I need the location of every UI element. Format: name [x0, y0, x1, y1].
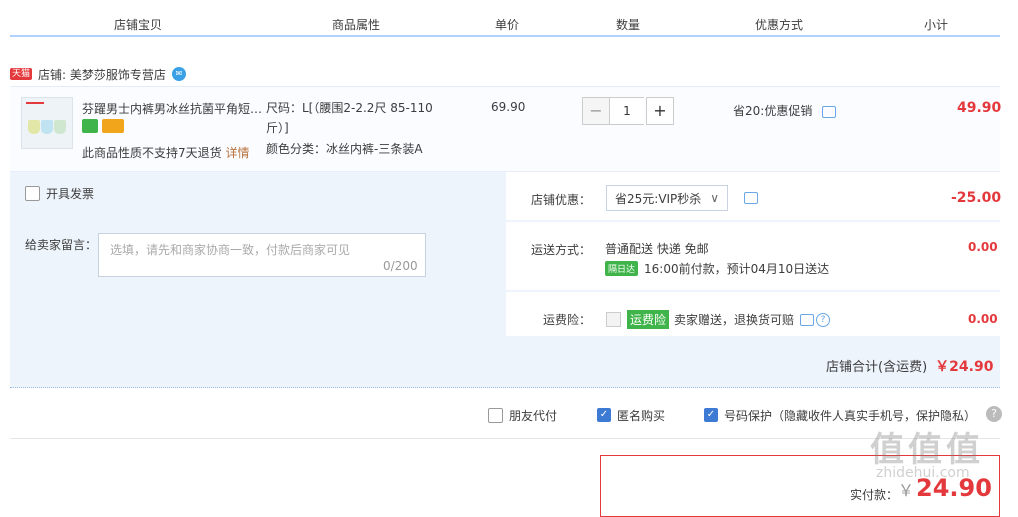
- friend-pay-checkbox[interactable]: [488, 407, 503, 423]
- insurance-label: 运费险：: [543, 313, 592, 327]
- return-note: 此商品性质不支持7天退货: [82, 146, 222, 160]
- number-protect-label: 号码保护（隐藏收件人真实手机号，保护隐私）: [724, 408, 977, 423]
- shipping-time: 16:00前付款，预计04月10日送达: [644, 262, 830, 276]
- invoice-label: 开具发票: [46, 187, 95, 201]
- col-header-item: 店铺宝贝: [114, 18, 163, 32]
- product-title[interactable]: 芬躍男士内裤男冰丝抗菌平角短…: [82, 100, 262, 117]
- insurance-checkbox: [606, 312, 621, 327]
- attr-color: 颜色分类：冰丝内裤-三条装A: [266, 142, 423, 156]
- insurance-amount: 0.00: [968, 312, 998, 326]
- shop-total-value: ￥24.90: [935, 359, 994, 375]
- shop-total-label: 店铺合计(含运费): [826, 360, 928, 375]
- item-subtotal: 49.90: [957, 100, 1002, 116]
- watermark-logo: 值值值: [870, 430, 984, 470]
- col-header-promo: 优惠方式: [755, 18, 804, 32]
- promo-info: 省20:优惠促销: [733, 102, 837, 119]
- insurance-text: 卖家赠送，退换货可赔: [674, 313, 795, 327]
- shipping-method: 普通配送 快递 免邮: [605, 242, 709, 256]
- col-header-subtotal: 小计: [924, 18, 949, 32]
- col-header-qty: 数量: [616, 18, 641, 32]
- anonymous-option[interactable]: ✓ 匿名购买: [597, 405, 665, 425]
- wangwang-chat-icon[interactable]: ✉: [171, 67, 186, 81]
- return-policy: 此商品性质不支持7天退货 详情: [82, 144, 249, 161]
- quantity-stepper: − 1 +: [582, 97, 678, 125]
- shop-total: 店铺合计(含运费) ￥24.90: [826, 356, 993, 376]
- shipping-amount: 0.00: [968, 240, 998, 254]
- service-badge-icon: [82, 119, 98, 133]
- friend-pay-option[interactable]: 朋友代付: [488, 405, 557, 425]
- help-icon[interactable]: ?: [816, 312, 831, 327]
- shipping-eta: 隔日达 16:00前付款，预计04月10日送达: [605, 260, 829, 277]
- unit-price: 69.90: [491, 100, 526, 114]
- promo-text: 省20:优惠促销: [733, 104, 813, 118]
- anonymous-label: 匿名购买: [617, 408, 666, 423]
- comment-icon[interactable]: [822, 105, 837, 118]
- col-header-attr: 商品属性: [332, 18, 381, 32]
- detail-link[interactable]: 详情: [225, 146, 249, 160]
- pay-label: 实付款：: [850, 488, 899, 502]
- shop-name[interactable]: 店铺: 美梦莎服饰专营店: [38, 66, 166, 83]
- attr-size-line2: 斤）]: [266, 121, 289, 135]
- number-protect-checkbox[interactable]: ✓: [704, 408, 718, 422]
- card-badge-icon: [102, 119, 124, 133]
- shop-discount-amount: -25.00: [951, 190, 1002, 206]
- message-placeholder: 选填，请先和商家协商一致，付款后商家可见: [110, 243, 351, 257]
- comment-icon[interactable]: [800, 313, 815, 326]
- shipping-label: 运送方式：: [531, 243, 592, 257]
- chevron-down-icon: ∨: [710, 191, 719, 205]
- column-header-bar: 店铺宝贝 商品属性 单价 数量 优惠方式 小计: [10, 0, 1000, 37]
- insurance-info: 运费险 卖家赠送，退换货可赔 ?: [606, 310, 831, 329]
- watermark-site: zhidehui.com: [876, 465, 970, 481]
- message-counter: 0/200: [383, 259, 418, 273]
- shop-discount-value: 省25元:VIP秒杀: [615, 191, 702, 206]
- quantity-input[interactable]: 1: [610, 97, 644, 125]
- insurance-badge: 运费险: [627, 310, 670, 329]
- tmall-icon: 天猫: [10, 68, 33, 80]
- friend-pay-label: 朋友代付: [509, 408, 558, 423]
- message-label: 给卖家留言：: [25, 238, 98, 252]
- next-day-badge: 隔日达: [605, 261, 639, 276]
- plus-button[interactable]: +: [646, 97, 674, 125]
- attr-size-line1: 尺码：L[（腰围2-2.2尺 85-110: [266, 101, 433, 115]
- invoice-checkbox[interactable]: [25, 186, 40, 201]
- product-thumbnail[interactable]: [21, 97, 73, 149]
- shop-discount-label: 店铺优惠：: [531, 193, 592, 207]
- pay-currency: ￥: [898, 481, 915, 500]
- help-icon[interactable]: ?: [986, 406, 1002, 422]
- minus-button[interactable]: −: [582, 97, 610, 125]
- anonymous-checkbox[interactable]: ✓: [597, 408, 611, 422]
- invoice-option[interactable]: 开具发票: [25, 185, 94, 202]
- shop-discount-select[interactable]: 省25元:VIP秒杀 ∨: [606, 185, 728, 211]
- divider: [10, 438, 1000, 439]
- col-header-price: 单价: [495, 18, 520, 32]
- shop-line: 天猫 店铺: 美梦莎服饰专营店 ✉: [10, 65, 186, 83]
- comment-icon[interactable]: [744, 192, 758, 204]
